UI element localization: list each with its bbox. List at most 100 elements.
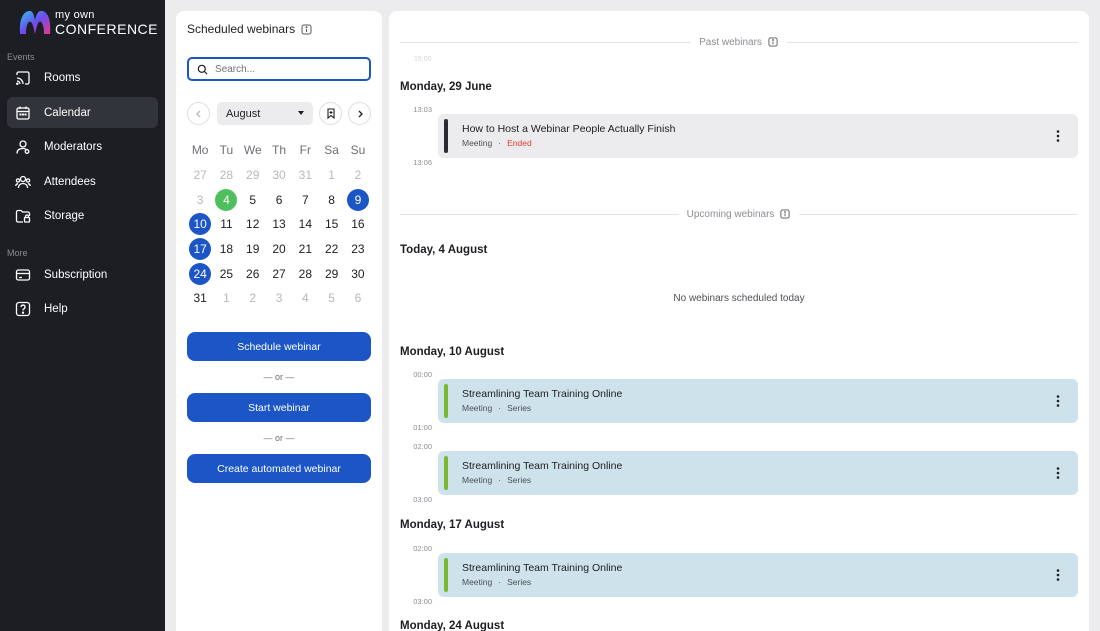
webinar-card[interactable]: Streamlining Team Training Online Meetin… [438, 553, 1078, 597]
sidebar-item-attendees[interactable]: Attendees [7, 166, 158, 197]
sidebar-item-storage[interactable]: Storage [7, 200, 158, 231]
calendar-day-scheduled[interactable]: 17 [187, 237, 213, 262]
calendar-day[interactable]: 27 [266, 261, 292, 286]
kebab-menu-icon [1056, 467, 1060, 479]
calendar-day[interactable]: 22 [318, 237, 344, 262]
webinar-card[interactable]: Streamlining Team Training Online Meetin… [438, 451, 1078, 495]
calendar-day[interactable]: 15 [318, 212, 344, 237]
calendar-day[interactable]: 23 [345, 237, 371, 262]
calendar-day[interactable]: 19 [240, 237, 266, 262]
calendar-day-today[interactable]: 4 [213, 187, 239, 212]
info-icon[interactable] [301, 24, 312, 35]
calendar-day[interactable]: 28 [213, 163, 239, 188]
webinar-card[interactable]: Streamlining Team Training Online Meetin… [438, 379, 1078, 423]
sidebar-item-moderators[interactable]: Moderators [7, 131, 158, 162]
calendar-day[interactable]: 29 [240, 163, 266, 188]
calendar-day[interactable]: 11 [213, 212, 239, 237]
search-input[interactable] [215, 63, 355, 75]
event-status-bar [444, 119, 448, 153]
next-month-button[interactable] [348, 102, 371, 125]
calendar-day-scheduled[interactable]: 10 [187, 212, 213, 237]
calendar-day[interactable]: 5 [318, 286, 344, 311]
sidebar-item-subscription[interactable]: Subscription [7, 259, 158, 290]
sidebar-item-help[interactable]: Help [7, 293, 158, 324]
event-type: Meeting [462, 403, 493, 413]
calendar-day[interactable]: 6 [345, 286, 371, 311]
info-icon[interactable] [768, 36, 779, 48]
calendar-day[interactable]: 6 [266, 187, 292, 212]
calendar-day[interactable]: 31 [187, 286, 213, 311]
upcoming-webinars-divider: Upcoming webinars [400, 207, 1079, 221]
calendar-day[interactable]: 3 [266, 286, 292, 311]
kebab-menu-icon [1056, 569, 1060, 581]
more-options-button[interactable] [1050, 128, 1066, 144]
sidebar-item-label: Calendar [44, 106, 91, 119]
calendar-day[interactable]: 30 [266, 163, 292, 188]
event-start-time: 02:00 [413, 442, 432, 451]
event-type: Meeting [462, 138, 493, 148]
calendar-day[interactable]: 2 [345, 163, 371, 188]
prev-month-button[interactable] [187, 102, 210, 125]
calendar-day[interactable]: 29 [318, 261, 344, 286]
sidebar-item-calendar[interactable]: Calendar [7, 97, 158, 128]
more-options-button[interactable] [1050, 567, 1066, 583]
calendar-day[interactable]: 16 [345, 212, 371, 237]
calendar-day-scheduled[interactable]: 24 [187, 261, 213, 286]
day-heading: Monday, 10 August [400, 346, 505, 358]
event-status-bar [444, 456, 448, 490]
calendar-day[interactable]: 7 [292, 187, 318, 212]
cast-icon [15, 70, 31, 86]
event-meta: Meeting · Series [462, 577, 531, 587]
calendar-day[interactable]: 1 [318, 163, 344, 188]
webinar-card[interactable]: How to Host a Webinar People Actually Fi… [438, 114, 1078, 158]
weekday-label: Fr [299, 143, 311, 158]
kebab-menu-icon [1056, 130, 1060, 142]
schedule-webinar-button[interactable]: Schedule webinar [187, 332, 371, 361]
event-meta: Meeting · Ended [462, 138, 532, 148]
calendar-week-row: 27 28 29 30 31 1 2 [187, 163, 372, 188]
more-options-button[interactable] [1050, 393, 1066, 409]
app-logo[interactable]: my own CONFERENCE [18, 8, 158, 38]
calendar-day[interactable]: 26 [240, 261, 266, 286]
calendar-day[interactable]: 21 [292, 237, 318, 262]
weekday-label: We [243, 143, 262, 158]
calendar-day[interactable]: 2 [240, 286, 266, 311]
calendar-day[interactable]: 1 [213, 286, 239, 311]
search-field[interactable] [187, 57, 371, 81]
calendar-day[interactable]: 13 [266, 212, 292, 237]
month-select-value: August [226, 107, 261, 120]
search-icon [197, 64, 208, 75]
sidebar-item-rooms[interactable]: Rooms [7, 62, 158, 93]
more-options-button[interactable] [1050, 465, 1066, 481]
calendar-day[interactable]: 27 [187, 163, 213, 188]
calendar-day[interactable]: 31 [292, 163, 318, 188]
month-select[interactable]: August [217, 102, 313, 125]
event-end-time: 01:00 [413, 423, 432, 432]
start-webinar-button[interactable]: Start webinar [187, 393, 371, 422]
folder-icon [15, 208, 31, 224]
help-icon [15, 301, 31, 317]
calendar-day[interactable]: 4 [292, 286, 318, 311]
day-heading: Monday, 29 June [400, 81, 492, 93]
calendar-day[interactable]: 8 [318, 187, 344, 212]
info-icon[interactable] [780, 208, 791, 220]
calendar-day[interactable]: 3 [187, 187, 213, 212]
past-webinars-label: Past webinars [699, 36, 762, 48]
webinar-list-panel: Past webinars 15:00 Monday, 29 June 13:0… [389, 11, 1089, 631]
calendar-day-scheduled[interactable]: 9 [345, 187, 371, 212]
meta-separator: · [498, 577, 502, 587]
calendar-day[interactable]: 18 [213, 237, 239, 262]
calendar-day[interactable]: 30 [345, 261, 371, 286]
create-automated-webinar-button[interactable]: Create automated webinar [187, 454, 371, 483]
calendar-day[interactable]: 28 [292, 261, 318, 286]
calendar-day[interactable]: 5 [240, 187, 266, 212]
or-separator: — or — [263, 433, 295, 443]
calendar-day[interactable]: 12 [240, 212, 266, 237]
weekday-label: Th [272, 143, 287, 158]
bookmark-button[interactable] [319, 102, 342, 125]
calendar-icon [15, 105, 31, 121]
user-icon [15, 139, 31, 155]
calendar-day[interactable]: 14 [292, 212, 318, 237]
calendar-day[interactable]: 25 [213, 261, 239, 286]
calendar-day[interactable]: 20 [266, 237, 292, 262]
